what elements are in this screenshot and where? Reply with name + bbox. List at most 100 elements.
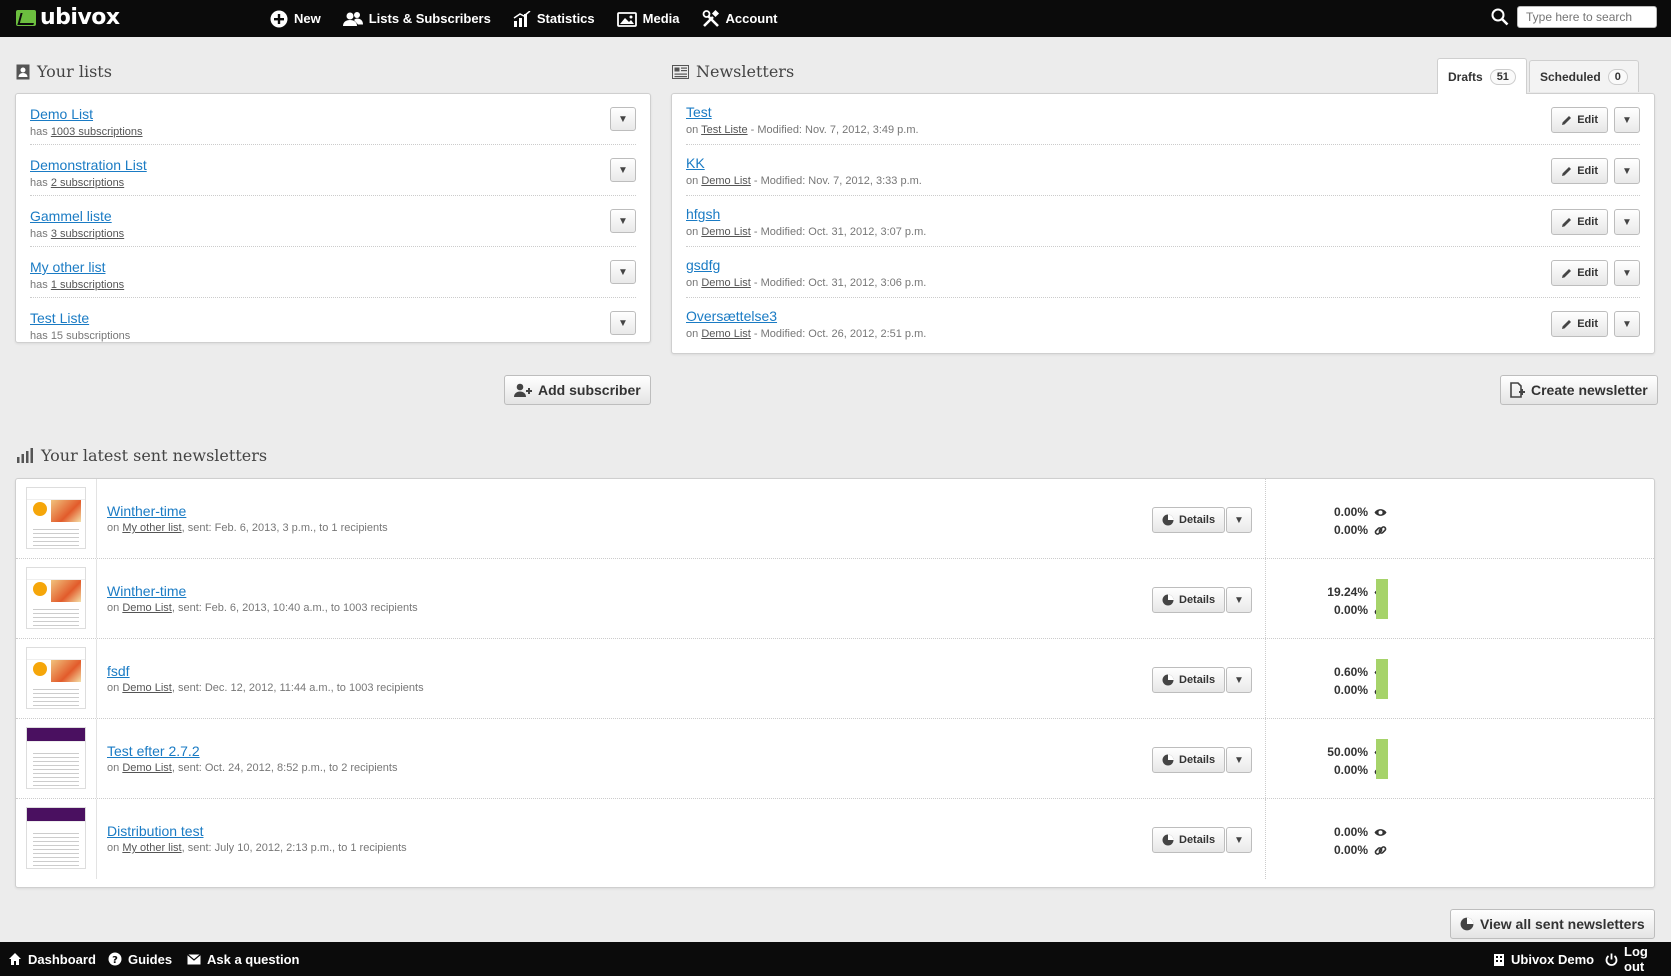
sent-newsletter-meta: on My other list, sent: Feb. 6, 2013, 3 … — [107, 522, 388, 534]
list-name-link[interactable]: Gammel liste — [30, 208, 112, 224]
brand-logo[interactable]: ubivox — [16, 5, 120, 30]
footer-ask-question[interactable]: Ask a question — [187, 952, 299, 967]
nav-account[interactable]: Account — [702, 9, 778, 28]
list-count-link[interactable]: 1003 subscriptions — [51, 126, 143, 138]
caret-down-icon: ▼ — [618, 215, 628, 227]
edit-button[interactable]: Edit — [1551, 107, 1608, 133]
newsletter-thumbnail[interactable] — [26, 487, 86, 549]
edit-button[interactable]: Edit — [1551, 311, 1608, 337]
tab-scheduled[interactable]: Scheduled 0 — [1529, 60, 1639, 92]
sent-list-link[interactable]: Demo List — [122, 762, 172, 774]
draft-list-link[interactable]: Test Liste — [701, 124, 747, 136]
draft-item: Test on Test Liste - Modified: Nov. 7, 2… — [686, 94, 1640, 145]
click-rate-value: 0.00% — [1333, 523, 1368, 537]
sent-newsletter-link[interactable]: Distribution test — [107, 823, 203, 839]
draft-list-link[interactable]: Demo List — [701, 277, 751, 289]
details-button[interactable]: Details — [1152, 747, 1226, 773]
list-name-link[interactable]: My other list — [30, 259, 105, 275]
caret-down-icon: ▼ — [1234, 594, 1244, 606]
create-newsletter-button[interactable]: Create newsletter — [1500, 375, 1658, 405]
sent-menu-dropdown[interactable]: ▼ — [1226, 587, 1252, 613]
list-menu-dropdown[interactable]: ▼ — [610, 260, 636, 284]
search-icon[interactable] — [1491, 8, 1509, 26]
edit-button[interactable]: Edit — [1551, 209, 1608, 235]
draft-menu-dropdown[interactable]: ▼ — [1614, 107, 1640, 133]
draft-menu-dropdown[interactable]: ▼ — [1614, 209, 1640, 235]
sent-newsletter-link[interactable]: fsdf — [107, 663, 130, 679]
draft-name-link[interactable]: hfgsh — [686, 206, 720, 222]
sent-menu-dropdown[interactable]: ▼ — [1226, 747, 1252, 773]
click-rate: 0.00% — [1308, 523, 1387, 537]
draft-menu-dropdown[interactable]: ▼ — [1614, 260, 1640, 286]
draft-name-link[interactable]: Test — [686, 104, 712, 120]
nav-lists-subscribers[interactable]: Lists & Subscribers — [342, 11, 491, 27]
footer-logout[interactable]: Log out — [1605, 944, 1671, 974]
draft-list-link[interactable]: Demo List — [701, 328, 751, 340]
pie-chart-icon — [1162, 834, 1174, 846]
newsletter-thumbnail[interactable] — [26, 727, 86, 789]
draft-list-link[interactable]: Demo List — [701, 175, 751, 187]
draft-meta: on Demo List - Modified: Nov. 7, 2012, 3… — [686, 175, 922, 187]
building-icon — [1493, 953, 1505, 966]
nav-new[interactable]: New — [270, 10, 321, 28]
footer-dashboard[interactable]: Dashboard — [8, 952, 96, 967]
list-name-link[interactable]: Demo List — [30, 106, 93, 122]
newsletters-heading: Newsletters — [672, 62, 794, 81]
draft-name-link[interactable]: Oversættelse3 — [686, 308, 777, 324]
details-button[interactable]: Details — [1152, 827, 1226, 853]
view-all-sent-button[interactable]: View all sent newsletters — [1450, 909, 1655, 939]
draft-name-link[interactable]: KK — [686, 155, 705, 171]
sent-menu-dropdown[interactable]: ▼ — [1226, 507, 1252, 533]
sent-info: , sent: Feb. 6, 2013, 3 p.m., to 1 recip… — [181, 522, 388, 534]
list-menu-dropdown[interactable]: ▼ — [610, 209, 636, 233]
list-name-link[interactable]: Test Liste — [30, 310, 89, 326]
list-menu-dropdown[interactable]: ▼ — [610, 158, 636, 182]
draft-list-link[interactable]: Demo List — [701, 226, 751, 238]
edit-button[interactable]: Edit — [1551, 158, 1608, 184]
image-icon — [616, 11, 637, 27]
nav-media[interactable]: Media — [616, 11, 680, 27]
list-count-link[interactable]: 2 subscriptions — [51, 177, 124, 189]
list-count-prefix: has — [30, 330, 48, 342]
draft-name-link[interactable]: gsdfg — [686, 257, 720, 273]
eye-icon — [1374, 508, 1387, 517]
draft-menu-dropdown[interactable]: ▼ — [1614, 158, 1640, 184]
list-count-link[interactable]: 1 subscriptions — [51, 279, 124, 291]
draft-menu-dropdown[interactable]: ▼ — [1614, 311, 1640, 337]
details-button[interactable]: Details — [1152, 507, 1226, 533]
footer-guides[interactable]: ? Guides — [108, 952, 172, 967]
sent-menu-dropdown[interactable]: ▼ — [1226, 667, 1252, 693]
newsletter-thumbnail[interactable] — [26, 567, 86, 629]
sent-list-link[interactable]: My other list — [122, 842, 181, 854]
list-name-link[interactable]: Demonstration List — [30, 157, 147, 173]
details-label: Details — [1179, 594, 1216, 606]
details-button[interactable]: Details — [1152, 667, 1226, 693]
sent-list-link[interactable]: Demo List — [122, 602, 172, 614]
newsletter-thumbnail[interactable] — [26, 647, 86, 709]
newsletter-thumbnail[interactable] — [26, 807, 86, 869]
details-label: Details — [1179, 834, 1216, 846]
footer-account-name[interactable]: Ubivox Demo — [1493, 952, 1594, 967]
sent-newsletter-meta: on Demo List, sent: Oct. 24, 2012, 8:52 … — [107, 762, 397, 774]
click-rate-value: 0.00% — [1333, 603, 1368, 617]
sent-list-link[interactable]: Demo List — [122, 682, 172, 694]
sent-newsletter-link[interactable]: Test efter 2.7.2 — [107, 743, 200, 759]
pencil-icon — [1561, 268, 1572, 279]
sent-list-link[interactable]: My other list — [122, 522, 181, 534]
on-label: on — [686, 226, 699, 238]
list-count-link[interactable]: 3 subscriptions — [51, 228, 124, 240]
details-button[interactable]: Details — [1152, 587, 1226, 613]
list-menu-dropdown[interactable]: ▼ — [610, 311, 636, 335]
sent-newsletter-link[interactable]: Winther-time — [107, 583, 186, 599]
search-input[interactable] — [1517, 6, 1657, 28]
draft-modified: - Modified: Nov. 7, 2012, 3:49 p.m. — [747, 124, 919, 136]
caret-down-icon: ▼ — [1622, 165, 1632, 177]
tab-drafts[interactable]: Drafts 51 — [1437, 58, 1527, 94]
sent-newsletter-link[interactable]: Winther-time — [107, 503, 186, 519]
add-subscriber-button[interactable]: Add subscriber — [504, 375, 651, 405]
edit-button[interactable]: Edit — [1551, 260, 1608, 286]
list-menu-dropdown[interactable]: ▼ — [610, 107, 636, 131]
sent-menu-dropdown[interactable]: ▼ — [1226, 827, 1252, 853]
nav-statistics[interactable]: Statistics — [513, 10, 595, 27]
caret-down-icon: ▼ — [1234, 514, 1244, 526]
